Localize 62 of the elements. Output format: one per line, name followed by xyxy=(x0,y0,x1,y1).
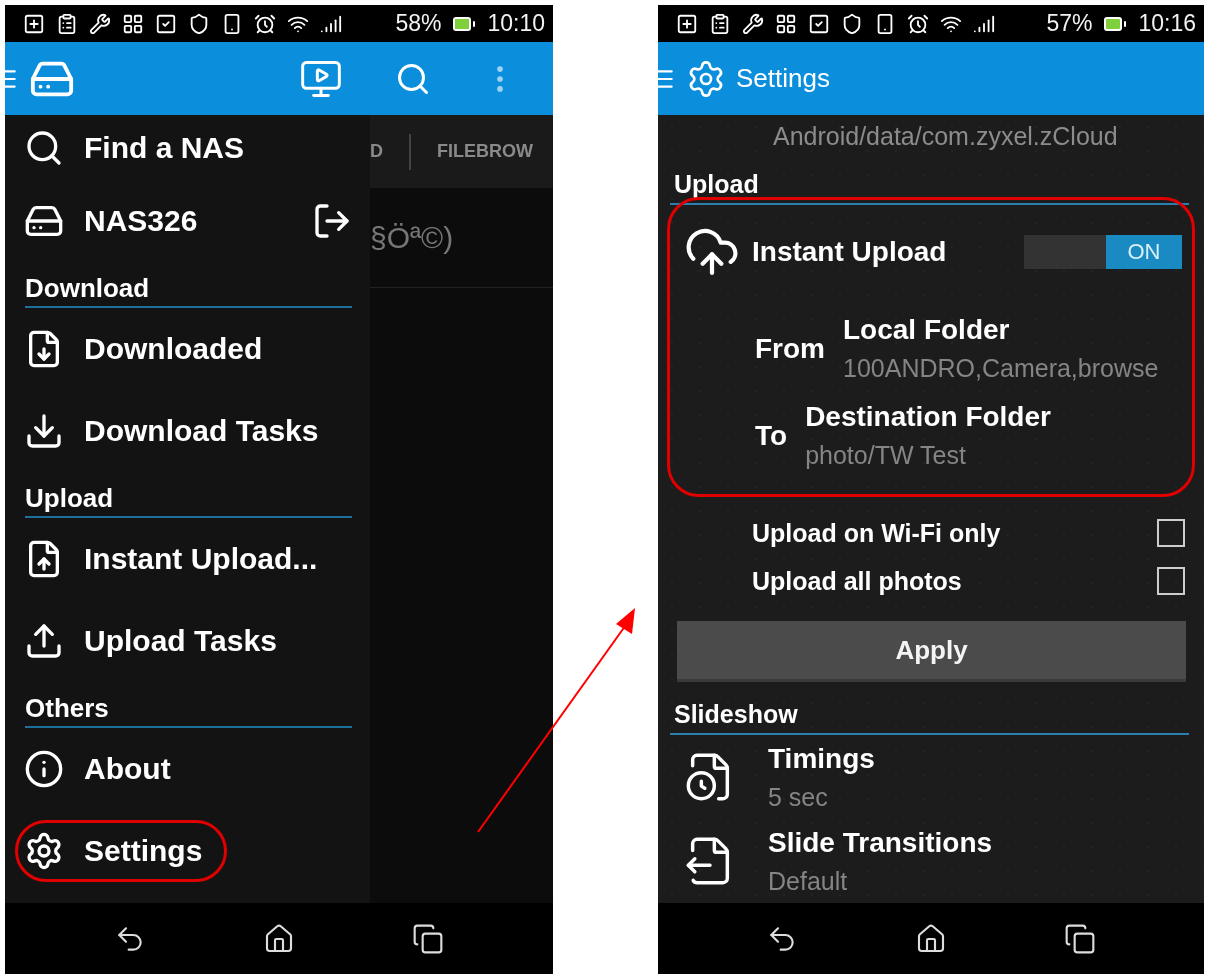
field-label: From xyxy=(755,332,825,365)
option-label: Upload on Wi-Fi only xyxy=(752,518,1001,548)
setting-value: photo/TW Test xyxy=(805,441,967,470)
drawer-item[interactable]: NAS326 xyxy=(15,190,223,252)
clock: 10:16 xyxy=(1138,10,1196,37)
option-label: Upload all photos xyxy=(752,566,962,596)
drawer-item[interactable]: About xyxy=(15,738,196,800)
section-header: Slideshow xyxy=(670,690,1189,735)
section-header: Upload xyxy=(670,160,1189,205)
shield-icon xyxy=(188,12,210,35)
setting-title[interactable]: Timings xyxy=(768,742,875,775)
path-text: Android/data/com.zyxel.zCloud xyxy=(772,121,1119,152)
checkbox[interactable] xyxy=(1157,519,1185,547)
section-header: Others xyxy=(25,682,352,728)
battery-percent: 57% xyxy=(1046,10,1093,37)
alarm-icon xyxy=(254,12,276,35)
home-icon[interactable] xyxy=(915,922,947,955)
logout-icon[interactable] xyxy=(312,201,352,241)
setting-value: Default xyxy=(768,866,849,896)
section-header: Download xyxy=(25,262,352,308)
recents-icon[interactable] xyxy=(412,922,445,955)
setting-title[interactable]: Slide Transitions xyxy=(768,826,993,859)
list-icon xyxy=(709,12,731,35)
setting-title: Instant Upload xyxy=(752,236,947,268)
setting-value: 5 sec xyxy=(768,782,829,812)
apply-button[interactable]: Apply xyxy=(677,621,1186,682)
setting-title[interactable]: Local Folder xyxy=(843,314,1159,346)
checkbox[interactable] xyxy=(1157,567,1185,595)
setting-title[interactable]: Destination Folder xyxy=(805,401,1051,433)
clock: 10:10 xyxy=(487,10,545,37)
alarm-icon xyxy=(907,12,929,35)
drawer-item[interactable]: Download Tasks xyxy=(15,400,344,462)
checkbox-icon xyxy=(808,12,830,35)
drawer-item[interactable]: Settings xyxy=(15,820,228,882)
upload-icon xyxy=(24,621,64,661)
wrench-icon xyxy=(742,12,764,35)
screen-title: Settings xyxy=(736,63,830,94)
toggle-label: ON xyxy=(1106,235,1182,269)
list-text: §Öª©) xyxy=(370,220,454,255)
wrench-icon xyxy=(89,12,111,35)
grid-icon xyxy=(775,12,797,35)
battery-percent: 58% xyxy=(395,10,442,37)
drawer-item[interactable]: Downloaded xyxy=(15,318,288,380)
field-label: To xyxy=(755,419,788,452)
list-icon xyxy=(56,12,78,35)
tab[interactable]: FILEBROW xyxy=(437,141,533,162)
drawer-item[interactable]: Upload Tasks xyxy=(15,610,302,672)
checkbox-icon xyxy=(155,12,177,35)
drawer-item[interactable]: Find a NAS xyxy=(15,116,269,179)
grid-icon xyxy=(122,12,144,35)
home-icon[interactable] xyxy=(263,922,295,955)
tab[interactable]: D xyxy=(370,141,383,162)
download-icon xyxy=(24,411,64,451)
plus-icon xyxy=(676,12,698,35)
info-icon xyxy=(24,749,64,789)
recents-icon[interactable] xyxy=(1063,922,1096,955)
gear-icon xyxy=(24,831,64,871)
drawer-item[interactable]: Instant Upload... xyxy=(15,528,343,590)
shield-icon xyxy=(841,12,863,35)
plus-icon xyxy=(23,12,45,35)
setting-value: 100ANDRO,Camera,browse xyxy=(843,354,1159,383)
section-header: Upload xyxy=(25,472,352,518)
